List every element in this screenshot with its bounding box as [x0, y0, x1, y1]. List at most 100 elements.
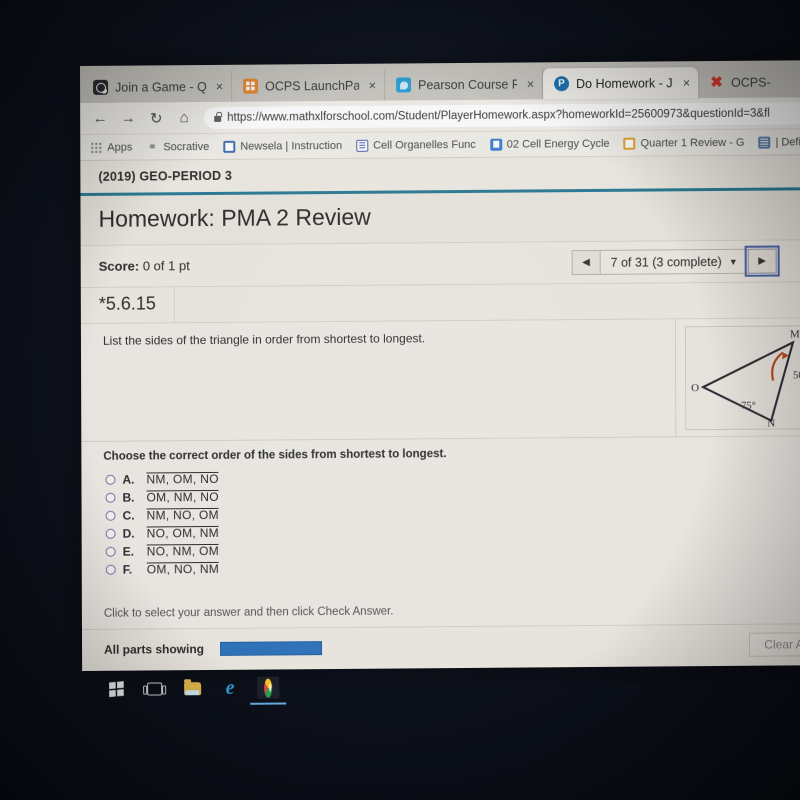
option-text: OM, NO, NM: [146, 562, 220, 577]
triangle-svg: M O N 50° 75°: [691, 328, 800, 427]
windows-logo-icon: [108, 680, 124, 698]
option-letter: B.: [122, 490, 135, 505]
browser-tab-ocps-launchpad[interactable]: OCPS LaunchPad - My ×: [232, 69, 386, 102]
all-parts-showing-label: All parts showing: [104, 642, 205, 657]
file-explorer-button[interactable]: [181, 677, 203, 699]
windows-taskbar: e: [95, 670, 325, 706]
browser-tab-do-homework[interactable]: Do Homework - JOCEL ×: [543, 67, 699, 100]
figure-pane: M O N 50° 75°: [675, 318, 800, 437]
question-counter-label: 7 of 31 (3 complete): [610, 254, 722, 270]
option-text: NM, OM, NO: [146, 472, 219, 487]
browser-tab-quizizz[interactable]: Join a Game - Quizizz ×: [82, 70, 233, 103]
reload-icon[interactable]: ↻: [144, 106, 168, 130]
question-navigation: ◀ 7 of 31 (3 complete) ▼ ▶: [571, 245, 780, 277]
triangle-figure: M O N 50° 75°: [684, 324, 800, 430]
vertex-label-n: N: [767, 417, 775, 427]
close-icon[interactable]: ×: [683, 76, 690, 90]
bookmark-cell-organelles[interactable]: Cell Organelles Func: [356, 138, 476, 152]
bookmark-newsela[interactable]: Newsela | Instruction: [223, 139, 343, 153]
question-body: List the sides of the triangle in order …: [80, 318, 800, 443]
browser-window: Join a Game - Quizizz × OCPS LaunchPad -…: [80, 60, 800, 672]
define-icon: [758, 136, 771, 149]
folder-icon: [183, 681, 201, 695]
question-text-pane: List the sides of the triangle in order …: [80, 319, 677, 442]
lock-icon: [214, 115, 222, 122]
cell-organelles-icon: [356, 139, 369, 152]
tab-title: OCPS LaunchPad - My: [265, 78, 359, 94]
clear-all-button[interactable]: Clear All: [749, 632, 800, 657]
question-text: List the sides of the triangle in order …: [102, 331, 426, 348]
option-text: OM, NM, NO: [146, 490, 219, 505]
radio-button[interactable]: [105, 546, 116, 557]
tab-title: OCPS-: [731, 75, 771, 90]
newsela-icon: [223, 140, 236, 153]
pearson-resource-icon: [396, 77, 412, 93]
option-letter: A.: [122, 472, 135, 487]
ocps-x-icon: ✖: [710, 73, 723, 92]
option-text: NO, OM, NM: [146, 526, 219, 541]
bookmark-socrative[interactable]: ⚭ Socrative: [146, 140, 210, 153]
bookmark-label: | Define: [775, 135, 800, 149]
option-letter: C.: [122, 508, 135, 523]
score-display: Score: 0 of 1 pt: [99, 258, 190, 274]
close-icon[interactable]: ×: [216, 79, 223, 93]
vertex-label-o: O: [691, 382, 699, 394]
question-number-row: *5.6.15: [80, 282, 800, 325]
previous-question-button[interactable]: ◀: [571, 249, 601, 276]
pearson-icon: [554, 76, 569, 91]
tab-title: Do Homework - JOCEL: [576, 75, 673, 91]
score-and-navigation-row: Score: 0 of 1 pt ◀ 7 of 31 (3 complete) …: [80, 240, 800, 289]
browser-tab-pearson-course-resources[interactable]: Pearson Course Resour ×: [385, 68, 544, 101]
quarter-review-icon: [623, 137, 636, 150]
energy-cycle-icon: [489, 138, 502, 151]
mathxl-page: (2019) GEO-PERIOD 3 Homework: PMA 2 Revi…: [80, 155, 800, 672]
launchpad-icon: [243, 78, 259, 94]
photo-of-screen: Join a Game - Quizizz × OCPS LaunchPad -…: [0, 0, 800, 800]
bookmark-define[interactable]: | Define: [758, 135, 800, 149]
question-counter-dropdown[interactable]: 7 of 31 (3 complete) ▼: [600, 248, 748, 275]
angle-label-n: 75°: [741, 400, 756, 411]
tab-title: Join a Game - Quizizz: [115, 79, 206, 95]
bookmark-quarter-1-review[interactable]: Quarter 1 Review - G: [623, 136, 745, 150]
option-letter: D.: [122, 526, 135, 541]
close-icon[interactable]: ×: [369, 78, 376, 92]
google-chrome-button[interactable]: [257, 676, 280, 699]
close-icon[interactable]: ×: [527, 77, 534, 91]
option-letter: F.: [122, 562, 133, 577]
apps-grid-icon: [90, 141, 103, 154]
radio-button[interactable]: [105, 474, 116, 485]
quizizz-icon: [93, 79, 109, 95]
bookmark-label: Cell Organelles Func: [373, 138, 476, 152]
radio-button[interactable]: [105, 492, 116, 503]
address-bar[interactable]: https://www.mathxlforschool.com/Student/…: [204, 101, 800, 129]
bookmark-label: Apps: [107, 141, 133, 154]
microsoft-edge-button[interactable]: e: [219, 677, 241, 699]
option-letter: E.: [122, 544, 135, 559]
score-value: 0 of 1 pt: [142, 258, 190, 274]
bookmark-cell-energy-cycle[interactable]: 02 Cell Energy Cycle: [489, 137, 610, 151]
progress-bar: [220, 641, 323, 656]
bookmark-label: 02 Cell Energy Cycle: [506, 137, 610, 151]
chevron-down-icon[interactable]: ▼: [729, 256, 738, 266]
task-view-button[interactable]: [143, 677, 165, 699]
bookmark-apps[interactable]: Apps: [90, 141, 133, 154]
vertex-label-m: M: [789, 328, 799, 340]
radio-button[interactable]: [105, 564, 116, 575]
url-text: https://www.mathxlforschool.com/Student/…: [227, 107, 770, 124]
back-icon[interactable]: ←: [88, 106, 112, 130]
browser-tab-ocps[interactable]: ✖ OCPS-: [698, 66, 788, 98]
tab-title: Pearson Course Resour: [418, 77, 517, 92]
bookmark-label: Quarter 1 Review - G: [640, 136, 745, 150]
radio-button[interactable]: [105, 510, 116, 521]
bookmark-label: Newsela | Instruction: [240, 139, 343, 153]
page-title: Homework: PMA 2 Review: [80, 190, 800, 247]
footer-bar: All parts showing Clear All: [81, 624, 800, 671]
radio-button[interactable]: [105, 528, 116, 539]
home-icon[interactable]: ⌂: [172, 106, 196, 130]
next-question-button[interactable]: ▶: [744, 245, 780, 277]
forward-icon[interactable]: →: [116, 106, 140, 130]
start-button[interactable]: [105, 678, 127, 700]
option-text: NM, NO, OM: [146, 508, 219, 523]
option-text: NO, NM, OM: [146, 544, 220, 559]
answer-options: A. NM, OM, NO B. OM, NM, NO C. NM, NO, O…: [81, 460, 800, 602]
